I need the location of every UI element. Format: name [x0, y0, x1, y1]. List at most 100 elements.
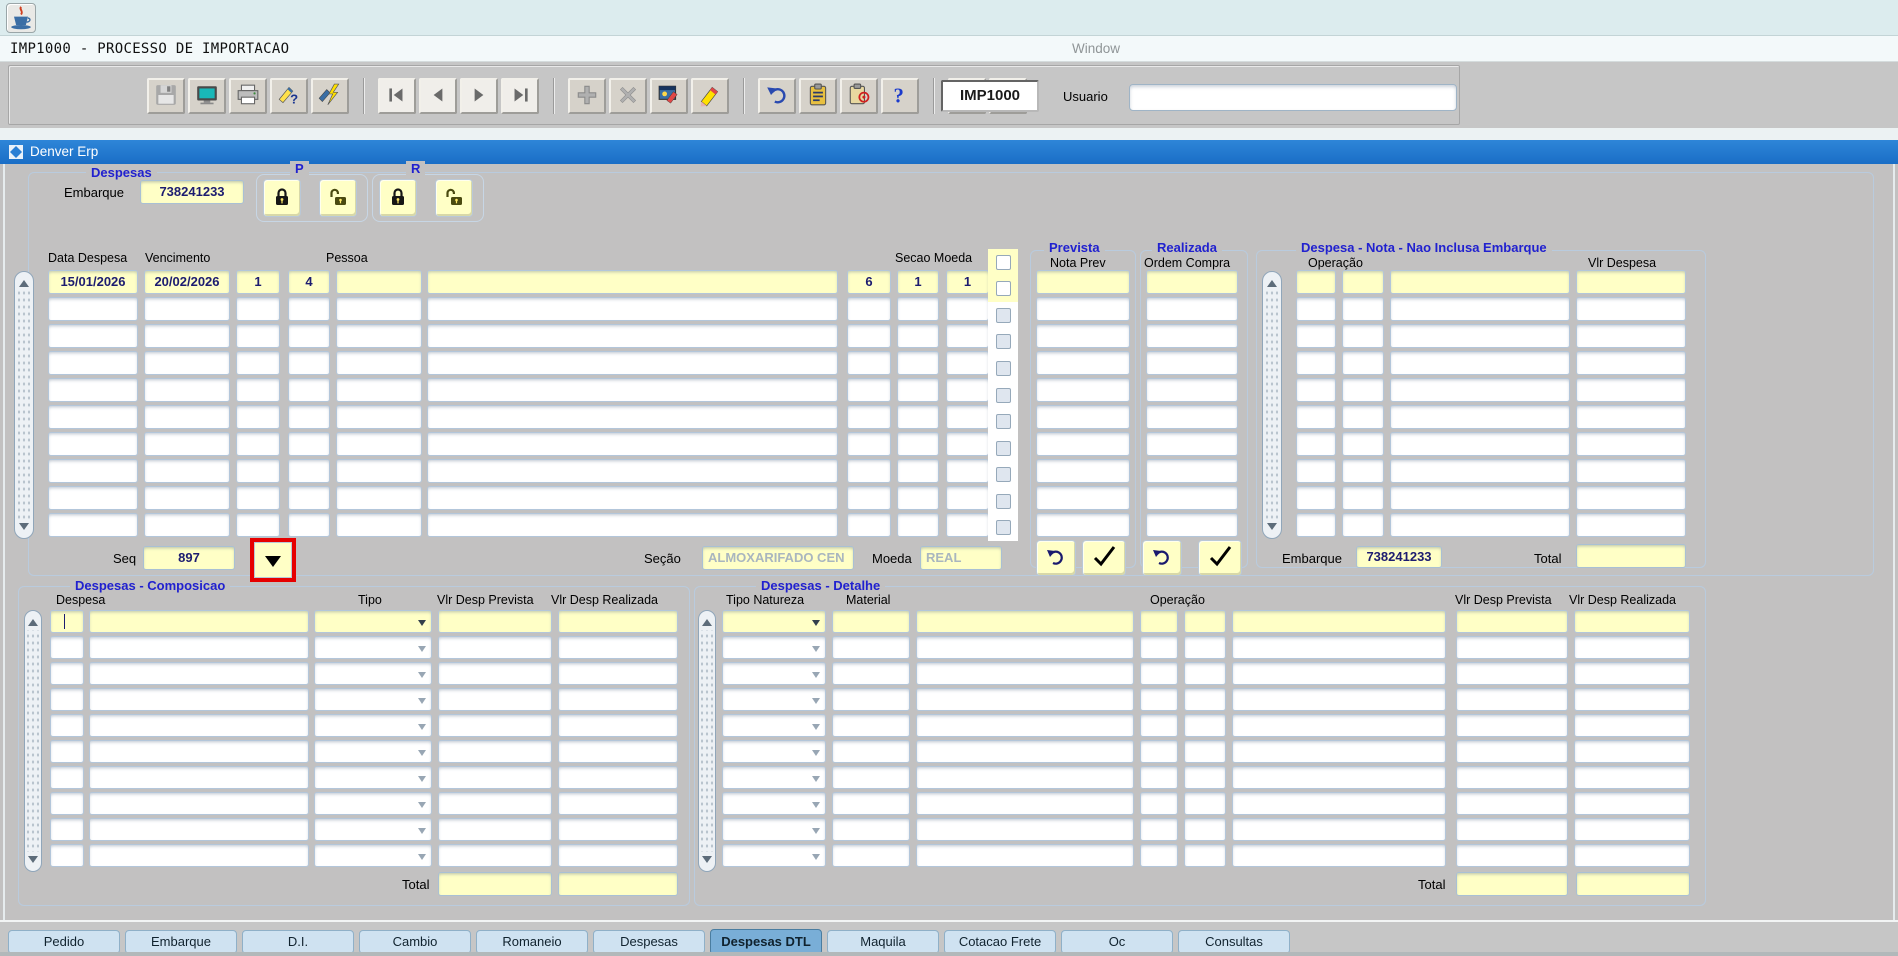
row-checkbox[interactable] [996, 441, 1011, 456]
detalhe-cell[interactable] [1456, 714, 1568, 737]
despesa-nota-cell[interactable] [1296, 378, 1336, 402]
row-checkbox[interactable] [996, 520, 1011, 535]
nota-prev-cell[interactable] [1036, 513, 1130, 537]
despesa-nota-cell[interactable] [1390, 324, 1570, 348]
despesas-grid-cell[interactable] [288, 459, 330, 483]
row-checkbox[interactable] [996, 494, 1011, 509]
scroll-thumb[interactable] [27, 630, 39, 852]
r-lock-closed-button[interactable] [379, 179, 417, 217]
detalhe-cell[interactable] [1140, 792, 1178, 815]
despesas-grid-cell[interactable] [236, 297, 280, 321]
scroll-down-icon[interactable] [1267, 523, 1277, 535]
tab-cotacao-frete[interactable]: Cotacao Frete [944, 930, 1056, 954]
despesa-nota-cell[interactable] [1390, 297, 1570, 321]
despesas-grid-cell[interactable] [897, 459, 939, 483]
detalhe-cell[interactable] [916, 818, 1134, 841]
detalhe-cell[interactable] [1574, 740, 1690, 763]
despesa-nota-cell[interactable] [1296, 513, 1336, 537]
despesa-nota-cell[interactable] [1576, 432, 1686, 456]
despesa-nota-scrollbar[interactable] [1262, 271, 1282, 539]
despesas-grid-cell[interactable] [144, 513, 230, 537]
composicao-cell[interactable] [438, 792, 552, 815]
composicao-cell[interactable] [50, 662, 84, 685]
composicao-cell[interactable] [438, 688, 552, 711]
despesas-grid-cell[interactable] [288, 486, 330, 510]
composicao-cell[interactable] [50, 610, 84, 633]
despesas-grid-cell[interactable] [48, 297, 138, 321]
despesas-grid-cell[interactable] [336, 513, 422, 537]
despesas-grid-cell[interactable] [144, 459, 230, 483]
composicao-cell[interactable] [89, 714, 309, 737]
menu-window[interactable]: Window [1072, 41, 1120, 56]
composicao-cell[interactable] [558, 636, 678, 659]
detalhe-total-realizada-field[interactable] [1576, 872, 1690, 896]
despesa-nota-cell[interactable] [1576, 324, 1686, 348]
detalhe-cell[interactable] [1456, 792, 1568, 815]
despesa-nota-cell[interactable] [1390, 486, 1570, 510]
ordem-compra-cell[interactable] [1146, 405, 1238, 429]
despesas-grid-cell[interactable] [427, 297, 838, 321]
despesas-grid-cell[interactable] [847, 459, 891, 483]
tab-d-i-[interactable]: D.I. [242, 930, 354, 954]
despesas-grid-cell[interactable] [427, 432, 838, 456]
despesas-grid-cell[interactable] [897, 297, 939, 321]
detalhe-cell[interactable] [1140, 610, 1178, 633]
scroll-up-icon[interactable] [28, 614, 38, 626]
composicao-cell[interactable] [314, 844, 432, 867]
despesa-nota-cell[interactable] [1296, 270, 1336, 294]
seq-dropdown-button[interactable] [254, 542, 292, 578]
ordem-compra-cell[interactable] [1146, 513, 1238, 537]
composicao-cell[interactable] [438, 740, 552, 763]
detalhe-cell[interactable] [1184, 766, 1226, 789]
secao-field[interactable]: ALMOXARIFADO CEN [702, 546, 854, 570]
despesas-grid-cell[interactable] [144, 405, 230, 429]
detalhe-cell[interactable] [1456, 844, 1568, 867]
detalhe-cell[interactable] [1574, 792, 1690, 815]
despesas-grid-cell[interactable]: 6 [847, 270, 891, 294]
edit-help-button[interactable]: ? [270, 78, 308, 114]
composicao-cell[interactable] [89, 792, 309, 815]
despesas-grid-cell[interactable]: 15/01/2026 [48, 270, 138, 294]
composicao-cell[interactable] [50, 714, 84, 737]
detalhe-cell[interactable] [1184, 792, 1226, 815]
composicao-cell[interactable] [558, 688, 678, 711]
row-checkbox[interactable] [996, 334, 1011, 349]
java-applet-icon[interactable] [6, 3, 36, 33]
despesas-grid-cell[interactable] [847, 324, 891, 348]
detalhe-cell[interactable] [1232, 766, 1446, 789]
despesas-grid-cell[interactable] [946, 297, 989, 321]
despesas-grid-cell[interactable] [336, 405, 422, 429]
detalhe-cell[interactable] [722, 740, 826, 763]
print-button[interactable] [229, 78, 267, 114]
detalhe-cell[interactable] [1184, 714, 1226, 737]
composicao-scrollbar[interactable] [24, 610, 42, 872]
despesas-grid-cell[interactable] [236, 513, 280, 537]
despesas-grid-cell[interactable] [288, 513, 330, 537]
despesas-grid-cell[interactable] [427, 378, 838, 402]
despesa-nota-cell[interactable] [1296, 459, 1336, 483]
ordem-compra-cell[interactable] [1146, 297, 1238, 321]
despesas-grid-cell[interactable] [288, 297, 330, 321]
last-record-button[interactable] [501, 78, 539, 114]
composicao-cell[interactable] [89, 610, 309, 633]
despesas-grid-cell[interactable] [48, 378, 138, 402]
nota-prev-cell[interactable] [1036, 270, 1130, 294]
composicao-cell[interactable] [89, 740, 309, 763]
despesas-grid-cell[interactable] [48, 486, 138, 510]
composicao-cell[interactable] [438, 714, 552, 737]
detalhe-cell[interactable] [1574, 766, 1690, 789]
despesas-grid-cell[interactable] [897, 513, 939, 537]
despesa-nota-cell[interactable] [1342, 270, 1384, 294]
despesas-grid-cell[interactable] [48, 405, 138, 429]
scroll-down-icon[interactable] [19, 523, 29, 535]
tab-oc[interactable]: Oc [1061, 930, 1173, 954]
composicao-cell[interactable] [89, 844, 309, 867]
despesas-grid-cell[interactable] [48, 351, 138, 375]
detalhe-cell[interactable] [1232, 818, 1446, 841]
execute-query-button[interactable] [691, 78, 729, 114]
tab-consultas[interactable]: Consultas [1178, 930, 1290, 954]
despesas-grid-cell[interactable] [427, 351, 838, 375]
despesas-grid-cell[interactable] [427, 513, 838, 537]
composicao-cell[interactable] [558, 610, 678, 633]
detalhe-cell[interactable] [916, 636, 1134, 659]
